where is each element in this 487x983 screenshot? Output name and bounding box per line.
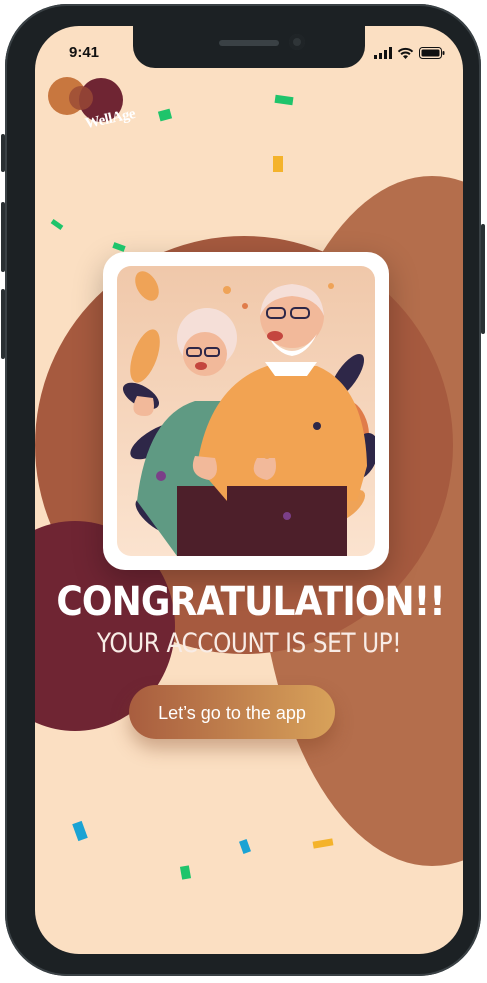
confetti [274, 94, 294, 106]
front-camera [289, 34, 305, 50]
confetti [50, 219, 64, 230]
page-subtitle: YOUR ACCOUNT IS SET UP! [96, 628, 402, 659]
power-button [481, 224, 485, 334]
screen: 9:41 WellAge CONGRATULATION!! YOUR ACCOU… [35, 26, 463, 954]
go-to-app-button[interactable]: Let’s go to the app [129, 685, 335, 739]
confetti [72, 820, 88, 842]
page-title: CONGRATULATION!! [56, 579, 445, 625]
phone-frame: 9:41 WellAge CONGRATULATION!! YOUR ACCOU… [1, 4, 485, 976]
mute-switch [1, 134, 5, 172]
confetti [239, 839, 251, 854]
status-time: 9:41 [69, 44, 100, 61]
illustration-card [103, 252, 389, 570]
confetti [273, 156, 283, 172]
status-icons [374, 46, 445, 64]
notch [133, 26, 365, 68]
confetti [157, 108, 173, 122]
speaker [219, 40, 279, 46]
confetti [179, 865, 192, 880]
confetti [312, 838, 334, 849]
elderly-couple-illustration [117, 266, 375, 556]
volume-down-button [1, 289, 5, 359]
volume-up-button [1, 202, 5, 272]
signal-icon [374, 46, 392, 64]
battery-icon [419, 46, 445, 64]
wifi-icon [397, 46, 414, 64]
confetti [112, 242, 126, 252]
